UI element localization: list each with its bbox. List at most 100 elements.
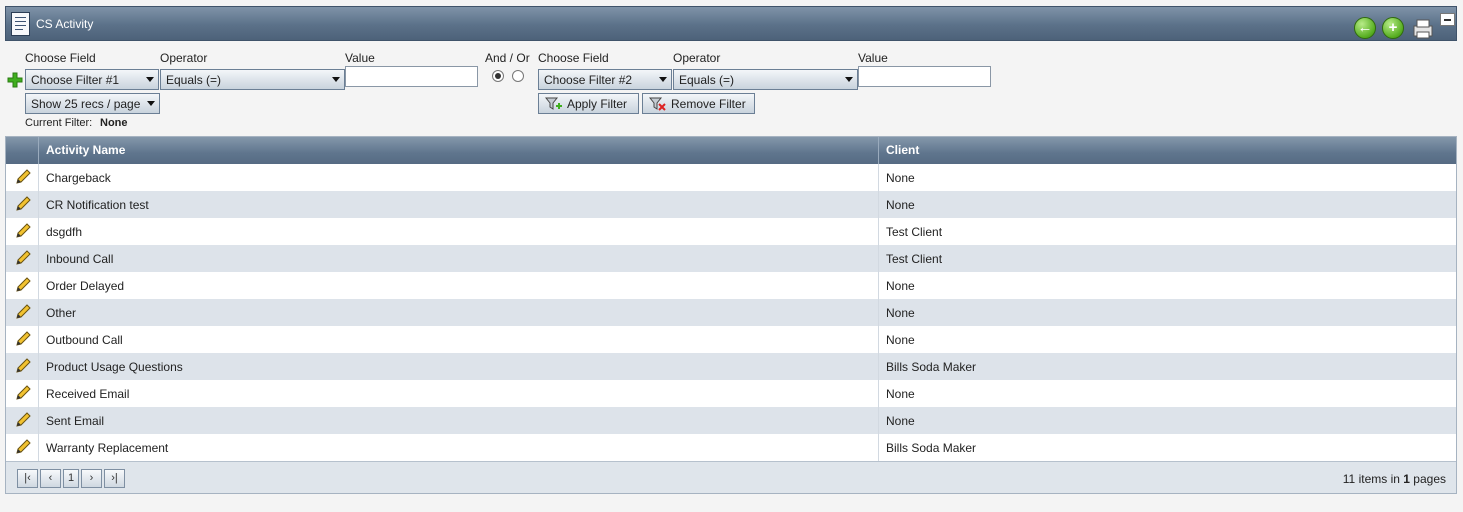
remove-filter-label: Remove Filter bbox=[671, 97, 746, 111]
grid-header: Activity Name Client bbox=[6, 137, 1456, 164]
chevron-down-icon bbox=[332, 77, 340, 82]
table-row: Outbound Call None bbox=[6, 326, 1456, 353]
edit-pencil-icon[interactable] bbox=[14, 357, 32, 375]
column-client[interactable]: Client bbox=[886, 143, 919, 157]
edit-pencil-icon[interactable] bbox=[14, 195, 32, 213]
items-text: items in bbox=[1358, 472, 1400, 486]
filter2-operator-value: Equals (=) bbox=[679, 73, 735, 87]
chevron-down-icon bbox=[146, 77, 154, 82]
value-label-2: Value bbox=[858, 51, 888, 65]
filter1-value-input[interactable] bbox=[345, 66, 478, 87]
client-cell: Bills Soda Maker bbox=[886, 360, 977, 374]
choose-field-label-2: Choose Field bbox=[538, 51, 609, 65]
activity-name-cell: Received Email bbox=[46, 387, 130, 401]
pages-text: pages bbox=[1413, 472, 1446, 486]
remove-filter-button[interactable]: Remove Filter bbox=[642, 93, 755, 114]
activity-name-cell: CR Notification test bbox=[46, 198, 149, 212]
activity-name-cell: Other bbox=[46, 306, 77, 320]
page-size-select[interactable]: Show 25 recs / page bbox=[25, 93, 160, 114]
table-row: Received Email None bbox=[6, 380, 1456, 407]
table-row: Sent Email None bbox=[6, 407, 1456, 434]
client-cell: None bbox=[886, 279, 915, 293]
edit-pencil-icon[interactable] bbox=[14, 330, 32, 348]
client-cell: Test Client bbox=[886, 225, 943, 239]
filter1-operator-value: Equals (=) bbox=[166, 73, 222, 87]
chevron-down-icon bbox=[147, 101, 155, 106]
activity-name-cell: Product Usage Questions bbox=[46, 360, 183, 374]
value-label-1: Value bbox=[345, 51, 375, 65]
prev-page-icon[interactable]: ‹ bbox=[40, 469, 61, 488]
document-icon bbox=[11, 12, 30, 36]
edit-pencil-icon[interactable] bbox=[14, 249, 32, 267]
funnel-add-icon bbox=[545, 97, 562, 110]
add-filter-icon[interactable] bbox=[7, 72, 23, 88]
activity-name-cell: Outbound Call bbox=[46, 333, 123, 347]
filter2-value-input[interactable] bbox=[858, 66, 991, 87]
client-cell: None bbox=[886, 306, 915, 320]
client-cell: None bbox=[886, 387, 915, 401]
and-radio[interactable] bbox=[492, 70, 504, 82]
table-row: Inbound Call Test Client bbox=[6, 245, 1456, 272]
client-cell: None bbox=[886, 414, 915, 428]
client-cell: None bbox=[886, 333, 915, 347]
funnel-remove-icon bbox=[649, 97, 666, 111]
pager: |‹ ‹ 1 › ›| 11 items in 1 pages bbox=[6, 461, 1456, 493]
client-cell: Bills Soda Maker bbox=[886, 441, 977, 455]
add-record-icon[interactable]: + bbox=[1382, 17, 1404, 39]
client-cell: None bbox=[886, 198, 915, 212]
items-count: 11 bbox=[1342, 472, 1356, 486]
edit-pencil-icon[interactable] bbox=[14, 384, 32, 402]
edit-pencil-icon[interactable] bbox=[14, 438, 32, 456]
table-row: Warranty Replacement Bills Soda Maker bbox=[6, 434, 1456, 461]
last-page-icon[interactable]: ›| bbox=[104, 469, 125, 488]
activity-name-cell: Warranty Replacement bbox=[46, 441, 169, 455]
table-row: CR Notification test None bbox=[6, 191, 1456, 218]
edit-pencil-icon[interactable] bbox=[14, 222, 32, 240]
operator-label-2: Operator bbox=[673, 51, 721, 65]
table-row: Order Delayed None bbox=[6, 272, 1456, 299]
edit-pencil-icon[interactable] bbox=[14, 303, 32, 321]
filter1-field-value: Choose Filter #1 bbox=[31, 73, 120, 87]
client-cell: None bbox=[886, 171, 915, 185]
filter1-operator-select[interactable]: Equals (=) bbox=[160, 69, 345, 90]
table-row: dsgdfh Test Client bbox=[6, 218, 1456, 245]
first-page-icon[interactable]: |‹ bbox=[17, 469, 38, 488]
printer-icon[interactable] bbox=[1412, 19, 1434, 39]
or-radio[interactable] bbox=[512, 70, 524, 82]
window-titlebar: CS Activity ← + bbox=[5, 6, 1457, 41]
and-or-label: And / Or bbox=[485, 51, 530, 65]
page-size-value: Show 25 recs / page bbox=[31, 97, 141, 111]
choose-field-label-1: Choose Field bbox=[25, 51, 96, 65]
table-row: Other None bbox=[6, 299, 1456, 326]
back-arrow-icon[interactable]: ← bbox=[1354, 17, 1376, 39]
activity-name-cell: dsgdfh bbox=[46, 225, 83, 239]
filter2-field-value: Choose Filter #2 bbox=[544, 73, 633, 87]
pager-info: 11 items in 1 pages bbox=[1343, 472, 1446, 486]
minimize-icon[interactable] bbox=[1440, 13, 1455, 26]
table-row: Chargeback None bbox=[6, 164, 1456, 191]
edit-pencil-icon[interactable] bbox=[14, 168, 32, 186]
column-activity-name[interactable]: Activity Name bbox=[46, 143, 125, 157]
activity-name-cell: Order Delayed bbox=[46, 279, 125, 293]
activity-name-cell: Sent Email bbox=[46, 414, 105, 428]
current-filter-label: Current Filter: bbox=[25, 117, 93, 129]
next-page-icon[interactable]: › bbox=[81, 469, 102, 488]
operator-label-1: Operator bbox=[160, 51, 208, 65]
edit-pencil-icon[interactable] bbox=[14, 276, 32, 294]
pages-count: 1 bbox=[1403, 472, 1410, 486]
activity-name-cell: Chargeback bbox=[46, 171, 111, 185]
client-cell: Test Client bbox=[886, 252, 943, 266]
apply-filter-label: Apply Filter bbox=[567, 97, 628, 111]
activity-name-cell: Inbound Call bbox=[46, 252, 114, 266]
current-filter-value: None bbox=[100, 117, 128, 129]
page-number-button[interactable]: 1 bbox=[63, 469, 79, 488]
edit-pencil-icon[interactable] bbox=[14, 411, 32, 429]
activity-grid: Activity Name Client Chargeback None CR … bbox=[5, 136, 1457, 494]
filter2-field-select[interactable]: Choose Filter #2 bbox=[538, 69, 672, 90]
filter1-field-select[interactable]: Choose Filter #1 bbox=[25, 69, 159, 90]
window-title: CS Activity bbox=[36, 17, 94, 31]
apply-filter-button[interactable]: Apply Filter bbox=[538, 93, 639, 114]
filter2-operator-select[interactable]: Equals (=) bbox=[673, 69, 858, 90]
chevron-down-icon bbox=[659, 77, 667, 82]
table-row: Product Usage Questions Bills Soda Maker bbox=[6, 353, 1456, 380]
